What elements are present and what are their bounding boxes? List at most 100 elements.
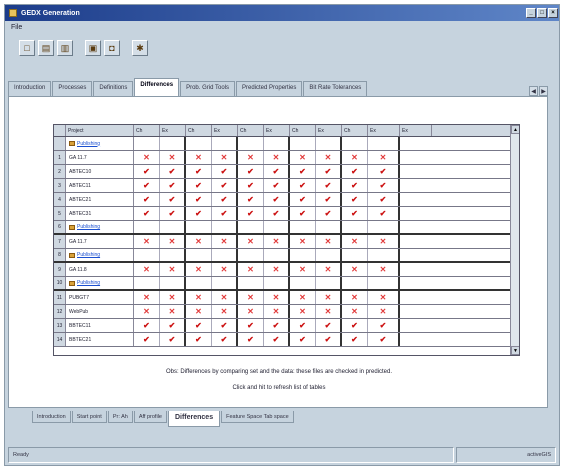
empty-cell[interactable] [342,249,368,261]
table-row[interactable]: 1 GA 11.7 ✕ ✕ ✕ ✕ ✕ ✕ ✕ ✕ ✕ ✕ [54,151,519,165]
check-icon[interactable]: ✔ [368,165,400,178]
empty-cell[interactable] [316,137,342,150]
empty-cell[interactable] [264,277,290,289]
grid-column-header[interactable]: Ch [342,125,368,136]
cross-icon[interactable]: ✕ [264,235,290,248]
check-icon[interactable]: ✔ [238,319,264,332]
print-icon[interactable]: ◘ [104,40,120,56]
empty-cell[interactable] [368,249,400,261]
empty-cell[interactable] [212,249,238,261]
table-row[interactable]: 5 ABTEC31 ✔ ✔ ✔ ✔ ✔ ✔ ✔ ✔ ✔ ✔ [54,207,519,221]
cross-icon[interactable]: ✕ [342,305,368,318]
empty-cell[interactable] [186,137,212,150]
tab-top-5[interactable]: Predicted Properties [236,81,303,96]
check-icon[interactable]: ✔ [212,333,238,346]
cross-icon[interactable]: ✕ [134,151,160,164]
table-row[interactable]: 10 Publishing [54,277,519,291]
cross-icon[interactable]: ✕ [160,235,186,248]
tab-bottom-5[interactable]: Feature Space Tab space [221,411,294,423]
tab-left-arrow-icon[interactable]: ◀ [529,86,538,96]
check-icon[interactable]: ✔ [212,179,238,192]
check-icon[interactable]: ✔ [290,193,316,206]
cross-icon[interactable]: ✕ [238,291,264,304]
table-row[interactable]: 4 ABTEC21 ✔ ✔ ✔ ✔ ✔ ✔ ✔ ✔ ✔ ✔ [54,193,519,207]
cross-icon[interactable]: ✕ [290,305,316,318]
check-icon[interactable]: ✔ [368,333,400,346]
empty-cell[interactable] [160,277,186,289]
empty-cell[interactable] [290,249,316,261]
table-row[interactable]: 12 WebPub ✕ ✕ ✕ ✕ ✕ ✕ ✕ ✕ ✕ ✕ [54,305,519,319]
tab-bottom-0[interactable]: Introduction [32,411,71,423]
empty-cell[interactable] [238,137,264,150]
check-icon[interactable]: ✔ [342,319,368,332]
check-icon[interactable]: ✔ [316,333,342,346]
check-icon[interactable]: ✔ [186,333,212,346]
cross-icon[interactable]: ✕ [238,151,264,164]
check-icon[interactable]: ✔ [264,333,290,346]
table-row[interactable]: 2 ABTEC10 ✔ ✔ ✔ ✔ ✔ ✔ ✔ ✔ ✔ ✔ [54,165,519,179]
cross-icon[interactable]: ✕ [316,151,342,164]
empty-cell[interactable] [238,249,264,261]
cross-icon[interactable]: ✕ [316,263,342,276]
cross-icon[interactable]: ✕ [342,291,368,304]
cross-icon[interactable]: ✕ [212,235,238,248]
check-icon[interactable]: ✔ [342,333,368,346]
cross-icon[interactable]: ✕ [342,151,368,164]
cross-icon[interactable]: ✕ [264,291,290,304]
empty-cell[interactable] [134,249,160,261]
tab-bottom-2[interactable]: Pr: Ah [107,411,133,423]
check-icon[interactable]: ✔ [316,193,342,206]
cross-icon[interactable]: ✕ [238,263,264,276]
table-row[interactable]: 14 BBTEC21 ✔ ✔ ✔ ✔ ✔ ✔ ✔ ✔ ✔ ✔ [54,333,519,347]
check-icon[interactable]: ✔ [290,333,316,346]
empty-cell[interactable] [134,277,160,289]
grid-column-header[interactable]: Ch [134,125,160,136]
grid-column-header[interactable]: Ch [290,125,316,136]
tab-top-0[interactable]: Introduction [8,81,52,96]
table-row[interactable]: 3 ABTEC11 ✔ ✔ ✔ ✔ ✔ ✔ ✔ ✔ ✔ ✔ [54,179,519,193]
check-icon[interactable]: ✔ [290,165,316,178]
empty-cell[interactable] [290,277,316,289]
grid-column-header[interactable]: Ex [160,125,186,136]
cross-icon[interactable]: ✕ [368,235,400,248]
empty-cell[interactable] [368,137,400,150]
cross-icon[interactable]: ✕ [264,151,290,164]
cross-icon[interactable]: ✕ [290,263,316,276]
check-icon[interactable]: ✔ [264,165,290,178]
open-icon[interactable]: ▤ [38,40,54,56]
empty-cell[interactable] [342,221,368,233]
cross-icon[interactable]: ✕ [212,263,238,276]
check-icon[interactable]: ✔ [264,179,290,192]
check-icon[interactable]: ✔ [342,193,368,206]
tab-top-2[interactable]: Definitions [93,81,134,96]
empty-cell[interactable] [212,277,238,289]
empty-cell[interactable] [134,221,160,233]
empty-cell[interactable] [264,137,290,150]
table-row[interactable]: 7 GA 11.7 ✕ ✕ ✕ ✕ ✕ ✕ ✕ ✕ ✕ ✕ [54,235,519,249]
empty-cell[interactable] [316,277,342,289]
cross-icon[interactable]: ✕ [186,305,212,318]
check-icon[interactable]: ✔ [290,179,316,192]
grid-column-header[interactable]: Ex [316,125,342,136]
check-icon[interactable]: ✔ [186,165,212,178]
empty-cell[interactable] [186,277,212,289]
empty-cell[interactable] [316,249,342,261]
check-icon[interactable]: ✔ [238,207,264,220]
grid-column-header[interactable]: Ex [212,125,238,136]
check-icon[interactable]: ✔ [160,207,186,220]
check-icon[interactable]: ✔ [316,165,342,178]
check-icon[interactable]: ✔ [264,319,290,332]
check-icon[interactable]: ✔ [342,207,368,220]
check-icon[interactable]: ✔ [134,193,160,206]
empty-cell[interactable] [134,137,160,150]
cross-icon[interactable]: ✕ [134,291,160,304]
cross-icon[interactable]: ✕ [160,151,186,164]
empty-cell[interactable] [368,277,400,289]
empty-cell[interactable] [264,221,290,233]
cross-icon[interactable]: ✕ [134,305,160,318]
check-icon[interactable]: ✔ [264,193,290,206]
cross-icon[interactable]: ✕ [316,235,342,248]
cross-icon[interactable]: ✕ [290,291,316,304]
minimize-button[interactable]: _ [526,8,536,18]
check-icon[interactable]: ✔ [212,207,238,220]
